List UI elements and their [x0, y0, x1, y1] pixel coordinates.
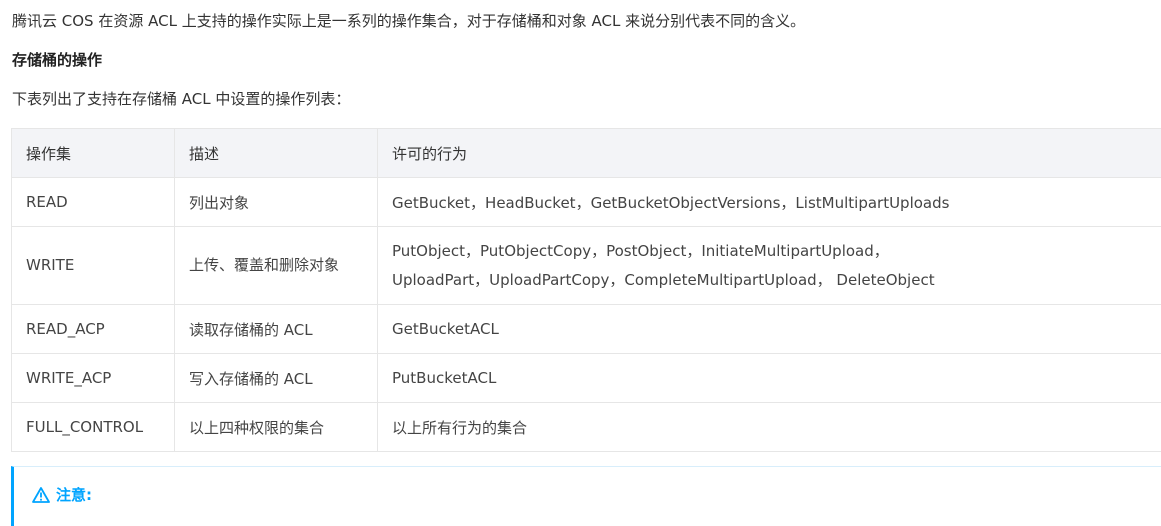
header-allowed-behaviors: 许可的行为	[378, 129, 1161, 178]
cell-description: 写入存储桶的 ACL	[175, 354, 378, 403]
behavior-line: GetBucketACL	[392, 320, 1157, 338]
cell-allowed-behaviors: GetBucketACL	[378, 305, 1161, 354]
cell-operation-set: WRITE	[12, 227, 175, 305]
behavior-line: UploadPart，UploadPartCopy，CompleteMultip…	[392, 266, 1157, 295]
table-row: READ_ACP 读取存储桶的 ACL GetBucketACL	[12, 305, 1161, 354]
cell-operation-set: READ	[12, 178, 175, 227]
notice-callout: 注意:	[11, 466, 1161, 526]
cell-description: 以上四种权限的集合	[175, 403, 378, 452]
behavior-line: PutObject，PutObjectCopy，PostObject，Initi…	[392, 237, 1157, 266]
acl-operations-table: 操作集 描述 许可的行为 READ 列出对象 GetBucket，HeadBuc…	[11, 128, 1161, 452]
notice-header: 注意:	[32, 485, 92, 505]
header-operation-set: 操作集	[12, 129, 175, 178]
cell-description: 列出对象	[175, 178, 378, 227]
section-title: 存储桶的操作	[12, 48, 102, 72]
cell-allowed-behaviors: PutObject，PutObjectCopy，PostObject，Initi…	[378, 227, 1161, 305]
behavior-line: 以上所有行为的集合	[392, 417, 1157, 438]
intro-paragraph: 腾讯云 COS 在资源 ACL 上支持的操作实际上是一系列的操作集合，对于存储桶…	[12, 9, 805, 33]
cell-allowed-behaviors: 以上所有行为的集合	[378, 403, 1161, 452]
table-header-row: 操作集 描述 许可的行为	[12, 129, 1161, 178]
cell-operation-set: FULL_CONTROL	[12, 403, 175, 452]
cell-description: 上传、覆盖和删除对象	[175, 227, 378, 305]
cell-allowed-behaviors: PutBucketACL	[378, 354, 1161, 403]
table-row: WRITE 上传、覆盖和删除对象 PutObject，PutObjectCopy…	[12, 227, 1161, 305]
table-intro-paragraph: 下表列出了支持在存储桶 ACL 中设置的操作列表：	[12, 87, 350, 111]
behavior-line: GetBucket，HeadBucket，GetBucketObjectVers…	[392, 192, 1157, 213]
cell-operation-set: WRITE_ACP	[12, 354, 175, 403]
header-description: 描述	[175, 129, 378, 178]
cell-allowed-behaviors: GetBucket，HeadBucket，GetBucketObjectVers…	[378, 178, 1161, 227]
behavior-line: PutBucketACL	[392, 369, 1157, 387]
table-row: READ 列出对象 GetBucket，HeadBucket，GetBucket…	[12, 178, 1161, 227]
table-row: WRITE_ACP 写入存储桶的 ACL PutBucketACL	[12, 354, 1161, 403]
cell-operation-set: READ_ACP	[12, 305, 175, 354]
notice-title: 注意:	[56, 485, 92, 505]
cell-description: 读取存储桶的 ACL	[175, 305, 378, 354]
table-row: FULL_CONTROL 以上四种权限的集合 以上所有行为的集合	[12, 403, 1161, 452]
